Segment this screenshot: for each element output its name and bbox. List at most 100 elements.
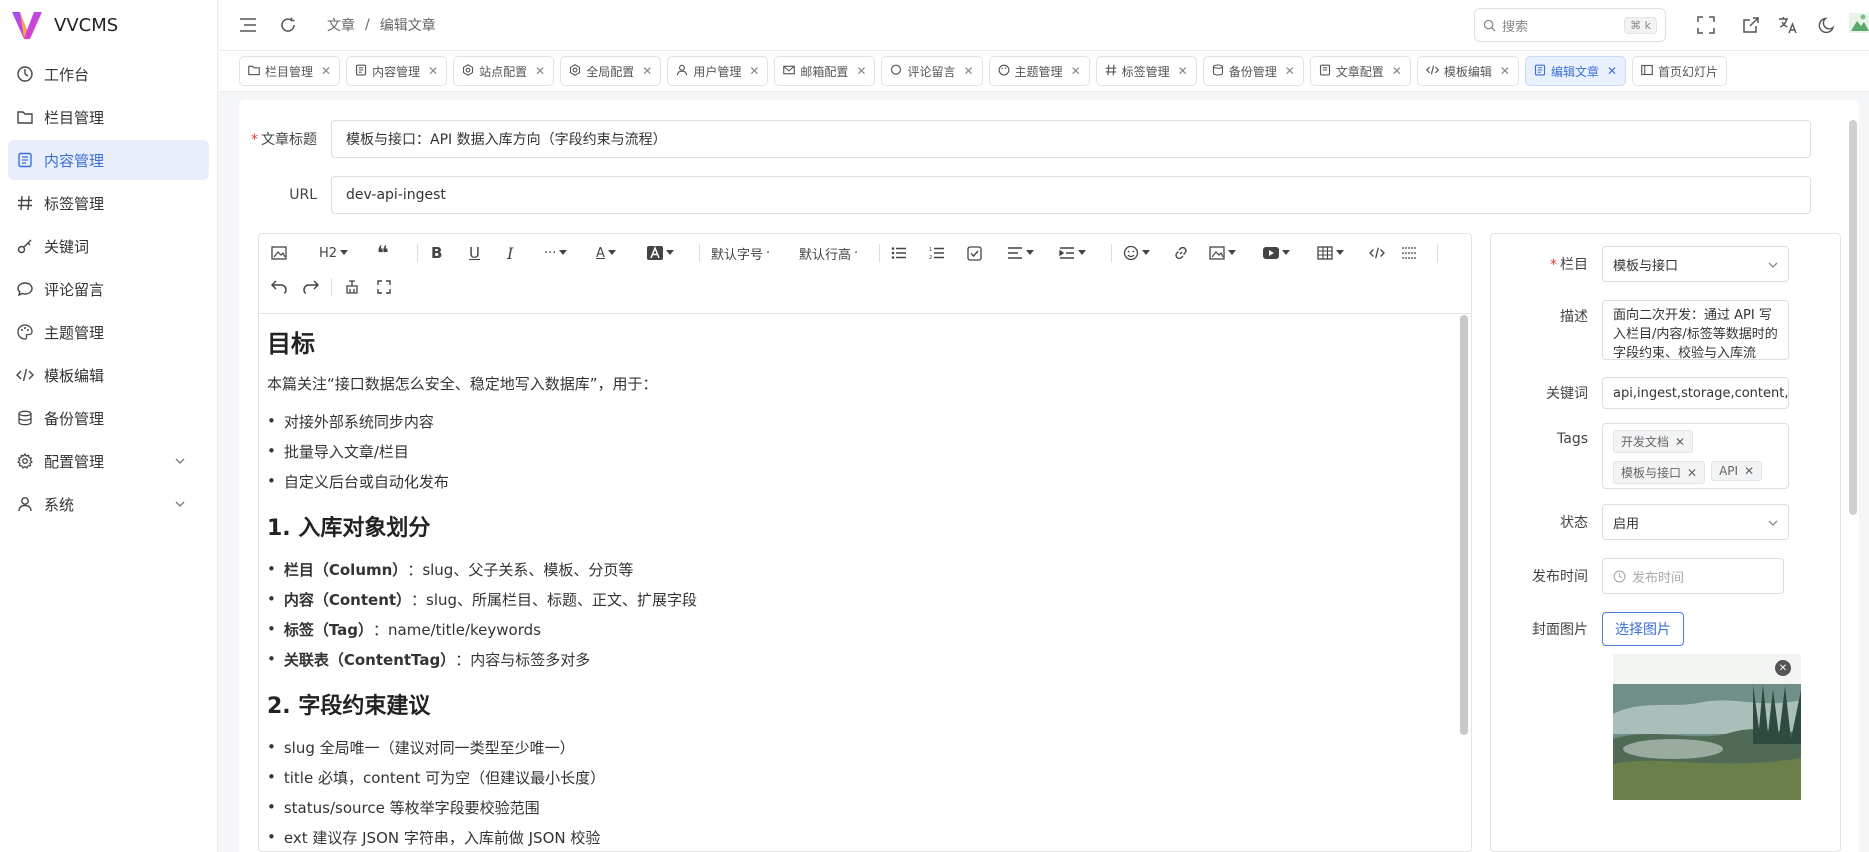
- title-input[interactable]: 模板与接口：API 数据入库方向（字段约束与流程）: [331, 120, 1811, 158]
- undo-icon[interactable]: [271, 276, 287, 298]
- bulleted-list-icon[interactable]: [891, 242, 907, 264]
- tab-content[interactable]: 内容管理 ✕: [346, 56, 448, 86]
- sidebar-item-content[interactable]: 内容管理: [8, 140, 209, 180]
- keywords-input[interactable]: api,ingest,storage,content,column: [1602, 377, 1789, 409]
- sidebar-item-keywords[interactable]: 关键词: [8, 226, 209, 266]
- tag-chip: 开发文档 ✕: [1613, 430, 1694, 453]
- numbered-list-icon[interactable]: 12: [929, 242, 945, 264]
- close-icon[interactable]: ✕: [1500, 64, 1510, 78]
- sidebar-item-label: 工作台: [44, 65, 90, 84]
- close-icon[interactable]: ✕: [856, 64, 866, 78]
- table-icon[interactable]: [1317, 242, 1344, 264]
- sidebar: VVCMS 工作台 栏目管理 内容管理 标签管理 关键词 评论留言 主题管理 模…: [0, 0, 218, 852]
- url-input[interactable]: dev-api-ingest: [331, 176, 1811, 214]
- indent-dropdown-icon[interactable]: [1059, 242, 1086, 264]
- redo-icon[interactable]: [303, 276, 319, 298]
- tab-edit-article[interactable]: 编辑文章 ✕: [1524, 56, 1627, 86]
- font-color-icon[interactable]: A: [596, 242, 616, 264]
- todo-list-icon[interactable]: [967, 242, 982, 264]
- heading-dropdown[interactable]: H2: [319, 242, 349, 264]
- remove-image-icon[interactable]: ✕: [1775, 660, 1791, 676]
- close-icon[interactable]: ✕: [1178, 64, 1188, 78]
- close-icon[interactable]: ✕: [1744, 464, 1754, 478]
- column-select[interactable]: 模板与接口: [1602, 246, 1789, 282]
- tab-themes[interactable]: 主题管理 ✕: [988, 56, 1090, 86]
- sidebar-item-tags[interactable]: 标签管理: [8, 183, 209, 223]
- fullscreen-icon[interactable]: [1695, 14, 1717, 36]
- close-icon[interactable]: ✕: [1285, 64, 1295, 78]
- background-color-icon[interactable]: [647, 242, 674, 264]
- image-icon[interactable]: [271, 242, 287, 264]
- page-scrollbar[interactable]: [1849, 120, 1857, 515]
- close-icon[interactable]: ✕: [1071, 64, 1081, 78]
- quote-icon[interactable]: ❝: [377, 241, 389, 265]
- close-icon[interactable]: ✕: [1687, 466, 1697, 480]
- close-icon[interactable]: ✕: [1675, 435, 1685, 449]
- refresh-icon[interactable]: [277, 14, 299, 36]
- breadcrumb-item-articles[interactable]: 文章: [327, 15, 355, 35]
- moon-icon[interactable]: [1816, 14, 1838, 36]
- sidebar-item-dashboard[interactable]: 工作台: [8, 54, 209, 94]
- tab-template-edit[interactable]: 模板编辑 ✕: [1416, 56, 1519, 86]
- select-image-button[interactable]: 选择图片: [1602, 612, 1684, 646]
- underline-icon[interactable]: U: [469, 242, 480, 264]
- tags-input[interactable]: 开发文档 ✕ 模板与接口 ✕ API ✕: [1602, 423, 1789, 489]
- sidebar-item-config[interactable]: 配置管理: [8, 441, 209, 481]
- more-styles-icon[interactable]: ···: [544, 242, 568, 264]
- emoji-icon[interactable]: [1123, 242, 1150, 264]
- line-height-dropdown[interactable]: 默认行高 ·: [799, 242, 858, 264]
- divider-icon[interactable]: [1401, 242, 1417, 264]
- sidebar-item-columns[interactable]: 栏目管理: [8, 97, 209, 137]
- clear-format-icon[interactable]: [345, 276, 359, 298]
- font-size-dropdown[interactable]: 默认字号 ·: [711, 242, 770, 264]
- close-icon[interactable]: ✕: [642, 64, 652, 78]
- close-icon[interactable]: ✕: [428, 64, 438, 78]
- video-icon[interactable]: [1263, 242, 1290, 264]
- publish-time-picker[interactable]: 发布时间: [1602, 558, 1784, 594]
- caret-down-icon: [1026, 250, 1034, 255]
- link-icon[interactable]: [1173, 242, 1189, 264]
- close-icon[interactable]: ✕: [1607, 64, 1617, 78]
- menu-toggle-icon[interactable]: [237, 14, 259, 36]
- sidebar-item-themes[interactable]: 主题管理: [8, 312, 209, 352]
- tab-comments[interactable]: 评论留言 ✕: [881, 56, 983, 86]
- fullscreen-editor-icon[interactable]: [377, 276, 391, 298]
- bold-icon[interactable]: B: [431, 242, 442, 264]
- tab-columns[interactable]: 栏目管理 ✕: [239, 56, 341, 86]
- tab-tags[interactable]: 标签管理 ✕: [1095, 56, 1197, 86]
- editor-document[interactable]: 目标 本篇关注“接口数据怎么安全、稳定地写入数据库”，用于： • 对接外部系统同步…: [267, 324, 1447, 852]
- logo[interactable]: VVCMS: [0, 0, 217, 50]
- tab-home-slides[interactable]: 首页幻灯片: [1632, 56, 1728, 86]
- search-box[interactable]: 搜索 ⌘ k: [1474, 8, 1666, 42]
- tab-mail-config[interactable]: 邮箱配置 ✕: [774, 56, 876, 86]
- publish-time-placeholder: 发布时间: [1632, 570, 1685, 586]
- tab-users[interactable]: 用户管理 ✕: [667, 56, 769, 86]
- sidebar-item-system[interactable]: 系统: [8, 484, 209, 524]
- editor-scrollbar[interactable]: [1460, 315, 1468, 735]
- align-dropdown-icon[interactable]: [1007, 242, 1034, 264]
- external-link-icon[interactable]: [1740, 14, 1762, 36]
- tab-article-config[interactable]: 文章配置 ✕: [1309, 56, 1411, 86]
- sidebar-item-label: 标签管理: [44, 194, 105, 213]
- close-icon[interactable]: ✕: [963, 64, 973, 78]
- tab-global-config[interactable]: 全局配置 ✕: [560, 56, 662, 86]
- list-item-text: status/source 等枚举字段要校验范围: [283, 798, 540, 817]
- translate-icon[interactable]: [1777, 14, 1799, 36]
- close-icon[interactable]: ✕: [749, 64, 759, 78]
- sidebar-item-backup[interactable]: 备份管理: [8, 398, 209, 438]
- close-icon[interactable]: ✕: [535, 64, 545, 78]
- cover-row: 封面图片 选择图片: [1491, 612, 1684, 646]
- insert-image-icon[interactable]: [1209, 242, 1236, 264]
- list-item-bold: 关联表（ContentTag）: [283, 650, 456, 669]
- sidebar-item-comments[interactable]: 评论留言: [8, 269, 209, 309]
- description-textarea[interactable]: 面向二次开发：通过 API 写入栏目/内容/标签等数据时的字段约束、校验与入库流…: [1602, 300, 1789, 360]
- sidebar-item-templates[interactable]: 模板编辑: [8, 355, 209, 395]
- avatar[interactable]: [1847, 12, 1869, 34]
- tab-backup[interactable]: 备份管理 ✕: [1202, 56, 1304, 86]
- italic-icon[interactable]: I: [507, 242, 513, 264]
- close-icon[interactable]: ✕: [1392, 64, 1402, 78]
- tab-site-config[interactable]: 站点配置 ✕: [453, 56, 555, 86]
- close-icon[interactable]: ✕: [321, 64, 331, 78]
- code-block-icon[interactable]: [1369, 242, 1385, 264]
- status-select[interactable]: 启用: [1602, 504, 1789, 540]
